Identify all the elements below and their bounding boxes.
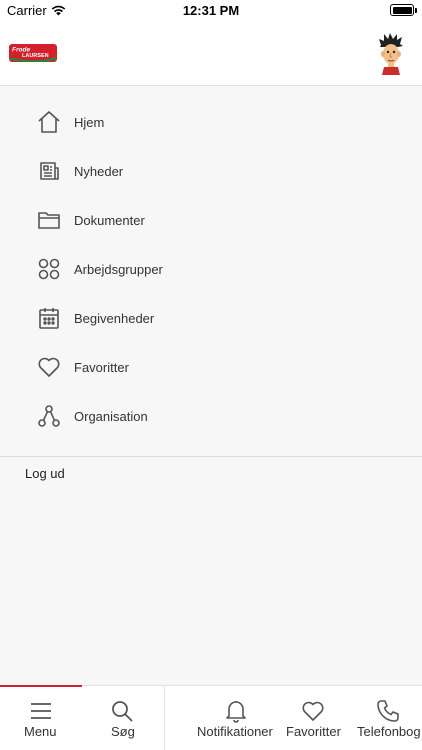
heart-icon bbox=[302, 701, 324, 721]
tab-sog[interactable]: Søg bbox=[82, 686, 164, 750]
tab-label: Telefonbog bbox=[357, 724, 421, 739]
avatar[interactable] bbox=[378, 33, 404, 75]
heart-icon bbox=[38, 357, 60, 377]
calendar-icon bbox=[39, 308, 59, 329]
tab-label: Menu bbox=[24, 724, 57, 739]
organisation-icon bbox=[38, 405, 60, 427]
menu-item-label: Organisation bbox=[74, 408, 148, 424]
app-header: Frode LAURSEN bbox=[0, 20, 422, 86]
svg-text:LAURSEN: LAURSEN bbox=[22, 53, 49, 59]
menu-item-label: Nyheder bbox=[74, 163, 124, 179]
menu-item-begivenheder[interactable]: Begivenheder bbox=[0, 296, 422, 340]
menu-item-label: Arbejdsgrupper bbox=[74, 261, 163, 277]
menu-item-dokumenter[interactable]: Dokumenter bbox=[0, 198, 422, 242]
clock: 12:31 PM bbox=[182, 3, 240, 18]
status-bar: Carrier 12:31 PM bbox=[0, 0, 422, 20]
tab-menu[interactable]: Menu bbox=[0, 686, 82, 750]
tab-bar: Menu Søg Notifikationer Favoritter Telef… bbox=[0, 685, 422, 750]
newspaper-icon bbox=[40, 162, 59, 180]
tab-label: Søg bbox=[111, 724, 135, 739]
tab-label: Notifikationer bbox=[197, 724, 273, 739]
phone-icon bbox=[377, 700, 399, 722]
tab-notifikationer[interactable]: Notifikationer bbox=[192, 686, 284, 750]
home-icon bbox=[38, 111, 60, 133]
battery-icon bbox=[390, 4, 417, 16]
tab-label: Favoritter bbox=[286, 724, 341, 739]
menu-item-label: Begivenheder bbox=[74, 310, 155, 326]
menu-item-organisation[interactable]: Organisation bbox=[0, 394, 422, 438]
menu-item-nyheder[interactable]: Nyheder bbox=[0, 149, 422, 193]
search-icon bbox=[112, 701, 133, 722]
menu-item-label: Favoritter bbox=[74, 359, 129, 375]
groups-icon bbox=[38, 258, 60, 280]
tab-separator bbox=[164, 686, 165, 750]
menu-item-arbejdsgrupper[interactable]: Arbejdsgrupper bbox=[0, 247, 422, 291]
tab-telefonbog[interactable]: Telefonbog bbox=[348, 686, 422, 750]
menu-item-hjem[interactable]: Hjem bbox=[0, 100, 422, 144]
bell-icon bbox=[226, 701, 246, 723]
divider bbox=[0, 456, 422, 457]
logout-button[interactable]: Log ud bbox=[25, 466, 65, 481]
company-logo[interactable]: Frode LAURSEN bbox=[9, 44, 57, 62]
folder-icon bbox=[38, 212, 60, 229]
menu-item-label: Dokumenter bbox=[74, 212, 145, 228]
menu-item-favoritter[interactable]: Favoritter bbox=[0, 345, 422, 389]
tab-favoritter[interactable]: Favoritter bbox=[284, 686, 348, 750]
menu-item-label: Hjem bbox=[74, 114, 105, 130]
menu-icon bbox=[31, 703, 51, 719]
